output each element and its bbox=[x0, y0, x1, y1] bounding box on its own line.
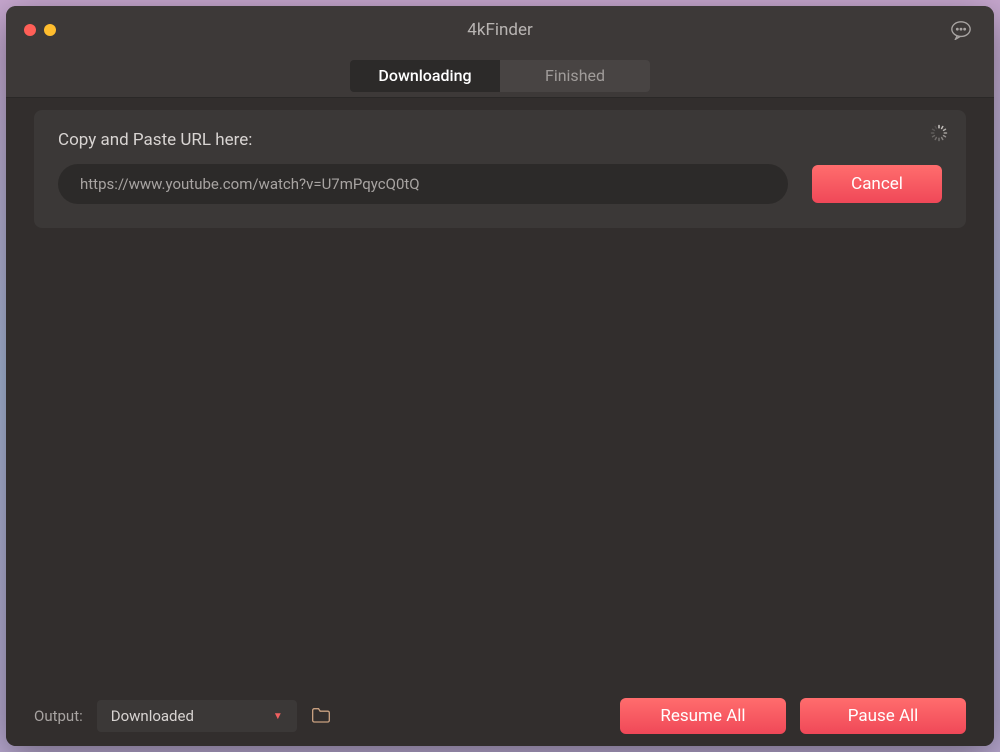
tab-downloading-label: Downloading bbox=[378, 66, 471, 85]
output-folder-value: Downloaded bbox=[111, 707, 194, 725]
main-content: Copy and Paste URL here: Cancel bbox=[6, 98, 994, 686]
tab-bar: Downloading Finished bbox=[6, 54, 994, 98]
cancel-button-label: Cancel bbox=[851, 174, 903, 194]
caret-down-icon: ▼ bbox=[273, 711, 283, 722]
app-window: 4kFinder Downloading Finished bbox=[6, 6, 994, 746]
tab-finished[interactable]: Finished bbox=[500, 60, 650, 92]
url-input-label: Copy and Paste URL here: bbox=[58, 130, 942, 150]
url-row: Cancel bbox=[58, 164, 942, 204]
loading-spinner-icon bbox=[930, 124, 948, 142]
pause-all-label: Pause All bbox=[848, 706, 919, 726]
tab-finished-label: Finished bbox=[545, 66, 605, 85]
url-input[interactable] bbox=[58, 164, 788, 204]
pause-all-button[interactable]: Pause All bbox=[800, 698, 966, 734]
resume-all-button[interactable]: Resume All bbox=[620, 698, 786, 734]
url-panel: Copy and Paste URL here: Cancel bbox=[34, 110, 966, 228]
feedback-icon[interactable] bbox=[950, 20, 972, 40]
cancel-button[interactable]: Cancel bbox=[812, 165, 942, 203]
resume-all-label: Resume All bbox=[660, 706, 745, 726]
output-label: Output: bbox=[34, 707, 83, 725]
traffic-lights bbox=[24, 24, 56, 36]
output-folder-select[interactable]: Downloaded ▼ bbox=[97, 700, 297, 732]
tabs-group: Downloading Finished bbox=[350, 60, 650, 92]
minimize-window-button[interactable] bbox=[44, 24, 56, 36]
open-folder-button[interactable] bbox=[311, 707, 331, 725]
app-title: 4kFinder bbox=[467, 20, 532, 40]
tab-downloading[interactable]: Downloading bbox=[350, 60, 500, 92]
footer-bar: Output: Downloaded ▼ Resume All Pause Al… bbox=[6, 686, 994, 746]
close-window-button[interactable] bbox=[24, 24, 36, 36]
titlebar: 4kFinder bbox=[6, 6, 994, 54]
